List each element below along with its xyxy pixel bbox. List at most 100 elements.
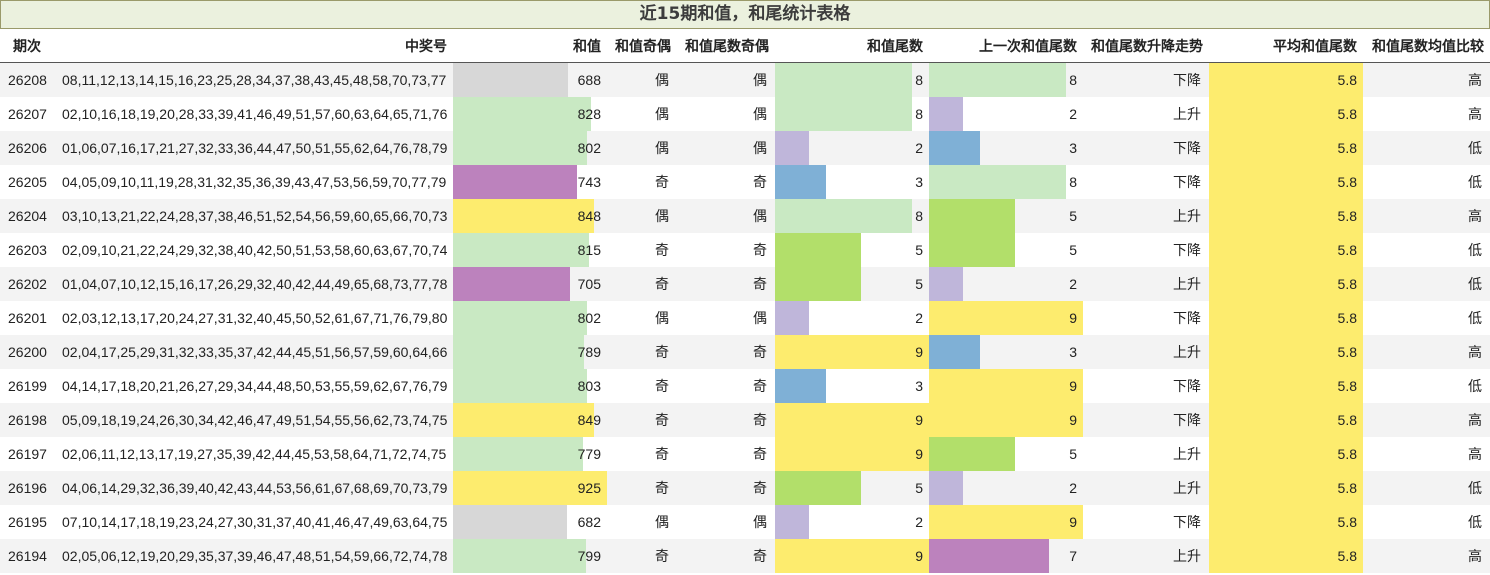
tail-cell-value: 3 — [915, 378, 923, 394]
avg-tail-cell: 5.8 — [1209, 437, 1363, 471]
tail-cell: 3 — [775, 369, 929, 403]
prev-tail-cell: 2 — [929, 471, 1083, 505]
header-avg-tail[interactable]: 平均和值尾数 — [1209, 29, 1363, 63]
sum-parity-cell: 奇 — [607, 403, 677, 437]
sum-cell: 682 — [453, 505, 607, 539]
period-cell: 26195 — [0, 505, 54, 539]
table-row[interactable]: 26196 04,06,14,29,32,36,39,40,42,43,44,53… — [0, 471, 1490, 505]
tail-cell: 8 — [775, 199, 929, 233]
avg-tail-cell: 5.8 — [1209, 233, 1363, 267]
lottery-stats-table: 期次 中奖号 和值 和值奇偶 和值尾数奇偶 和值尾数 上一次和值尾数 和值尾数升… — [0, 29, 1490, 573]
compare-cell: 低 — [1363, 233, 1490, 267]
period-cell: 26204 — [0, 199, 54, 233]
trend-cell: 下降 — [1083, 301, 1209, 335]
table-row[interactable]: 26199 04,14,17,18,20,21,26,27,29,34,44,48… — [0, 369, 1490, 403]
avg-tail-value: 5.8 — [1337, 480, 1357, 496]
table-row[interactable]: 26206 01,06,07,16,17,21,27,32,33,36,44,47… — [0, 131, 1490, 165]
table-row[interactable]: 26204 03,10,13,21,22,24,28,37,38,46,51,52… — [0, 199, 1490, 233]
avg-tail-value: 5.8 — [1337, 344, 1357, 360]
avg-tail-value: 5.8 — [1337, 174, 1357, 190]
sum-cell: 743 — [453, 165, 607, 199]
header-prev-tail[interactable]: 上一次和值尾数 — [929, 29, 1083, 63]
period-cell: 26206 — [0, 131, 54, 165]
compare-cell: 低 — [1363, 165, 1490, 199]
tail-parity-cell: 奇 — [677, 267, 775, 301]
table-row[interactable]: 26194 02,05,06,12,19,20,29,35,37,39,46,47… — [0, 539, 1490, 573]
numbers-cell: 03,10,13,21,22,24,28,37,38,46,51,52,54,5… — [54, 199, 453, 233]
sum-cell-value: 688 — [577, 72, 601, 88]
tail-cell: 5 — [775, 471, 929, 505]
sum-cell-value: 779 — [577, 446, 601, 462]
trend-cell: 下降 — [1083, 369, 1209, 403]
table-row[interactable]: 26195 07,10,14,17,18,19,23,24,27,30,31,37… — [0, 505, 1490, 539]
tail-cell-value: 9 — [915, 548, 923, 564]
tail-cell-value: 3 — [915, 174, 923, 190]
prev-tail-cell-value: 8 — [1069, 72, 1077, 88]
tail-parity-cell: 奇 — [677, 539, 775, 573]
tail-cell-value: 8 — [915, 106, 923, 122]
sum-cell: 803 — [453, 369, 607, 403]
numbers-cell: 01,06,07,16,17,21,27,32,33,36,44,47,50,5… — [54, 131, 453, 165]
table-row[interactable]: 26197 02,06,11,12,13,17,19,27,35,39,42,44… — [0, 437, 1490, 471]
avg-tail-value: 5.8 — [1337, 242, 1357, 258]
avg-tail-cell: 5.8 — [1209, 301, 1363, 335]
prev-tail-cell-value: 2 — [1069, 480, 1077, 496]
sum-cell-value: 828 — [577, 106, 601, 122]
header-sum[interactable]: 和值 — [453, 29, 607, 63]
header-compare[interactable]: 和值尾数均值比较 — [1363, 29, 1490, 63]
sum-cell-value: 849 — [577, 412, 601, 428]
sum-cell: 925 — [453, 471, 607, 505]
avg-tail-value: 5.8 — [1337, 548, 1357, 564]
header-tail[interactable]: 和值尾数 — [775, 29, 929, 63]
trend-cell: 下降 — [1083, 131, 1209, 165]
header-period[interactable]: 期次 — [0, 29, 54, 63]
table-row[interactable]: 26207 02,10,16,18,19,20,28,33,39,41,46,49… — [0, 97, 1490, 131]
table-row[interactable]: 26198 05,09,18,19,24,26,30,34,42,46,47,49… — [0, 403, 1490, 437]
header-row: 期次 中奖号 和值 和值奇偶 和值尾数奇偶 和值尾数 上一次和值尾数 和值尾数升… — [0, 29, 1490, 63]
tail-cell: 8 — [775, 97, 929, 131]
sum-cell: 849 — [453, 403, 607, 437]
sum-cell: 688 — [453, 62, 607, 97]
table-row[interactable]: 26205 04,05,09,10,11,19,28,31,32,35,36,39… — [0, 165, 1490, 199]
sum-cell-value: 789 — [577, 344, 601, 360]
tail-cell: 8 — [775, 62, 929, 97]
period-cell: 26208 — [0, 62, 54, 97]
compare-cell: 高 — [1363, 97, 1490, 131]
compare-cell: 低 — [1363, 471, 1490, 505]
compare-cell: 低 — [1363, 369, 1490, 403]
tail-cell: 9 — [775, 403, 929, 437]
table-row[interactable]: 26208 08,11,12,13,14,15,16,23,25,28,34,37… — [0, 62, 1490, 97]
sum-cell-value: 743 — [577, 174, 601, 190]
table-row[interactable]: 26201 02,03,12,13,17,20,24,27,31,32,40,45… — [0, 301, 1490, 335]
tail-cell-value: 5 — [915, 276, 923, 292]
tail-cell-value: 9 — [915, 344, 923, 360]
sum-cell: 802 — [453, 131, 607, 165]
table-row[interactable]: 26200 02,04,17,25,29,31,32,33,35,37,42,44… — [0, 335, 1490, 369]
trend-cell: 上升 — [1083, 267, 1209, 301]
header-sum-parity[interactable]: 和值奇偶 — [607, 29, 677, 63]
compare-cell: 高 — [1363, 62, 1490, 97]
avg-tail-value: 5.8 — [1337, 310, 1357, 326]
tail-parity-cell: 奇 — [677, 471, 775, 505]
compare-cell: 高 — [1363, 335, 1490, 369]
prev-tail-cell-value: 9 — [1069, 514, 1077, 530]
numbers-cell: 04,06,14,29,32,36,39,40,42,43,44,53,56,6… — [54, 471, 453, 505]
sum-cell: 705 — [453, 267, 607, 301]
table-row[interactable]: 26202 01,04,07,10,12,15,16,17,26,29,32,40… — [0, 267, 1490, 301]
header-tail-parity[interactable]: 和值尾数奇偶 — [677, 29, 775, 63]
compare-cell: 低 — [1363, 267, 1490, 301]
header-numbers[interactable]: 中奖号 — [54, 29, 453, 63]
prev-tail-cell: 5 — [929, 233, 1083, 267]
sum-parity-cell: 偶 — [607, 97, 677, 131]
numbers-cell: 02,05,06,12,19,20,29,35,37,39,46,47,48,5… — [54, 539, 453, 573]
header-trend[interactable]: 和值尾数升降走势 — [1083, 29, 1209, 63]
prev-tail-cell-value: 9 — [1069, 310, 1077, 326]
avg-tail-value: 5.8 — [1337, 106, 1357, 122]
sum-cell: 799 — [453, 539, 607, 573]
numbers-cell: 04,05,09,10,11,19,28,31,32,35,36,39,43,4… — [54, 165, 453, 199]
table-row[interactable]: 26203 02,09,10,21,22,24,29,32,38,40,42,50… — [0, 233, 1490, 267]
trend-cell: 下降 — [1083, 165, 1209, 199]
compare-cell: 高 — [1363, 199, 1490, 233]
trend-cell: 上升 — [1083, 335, 1209, 369]
sum-parity-cell: 奇 — [607, 369, 677, 403]
